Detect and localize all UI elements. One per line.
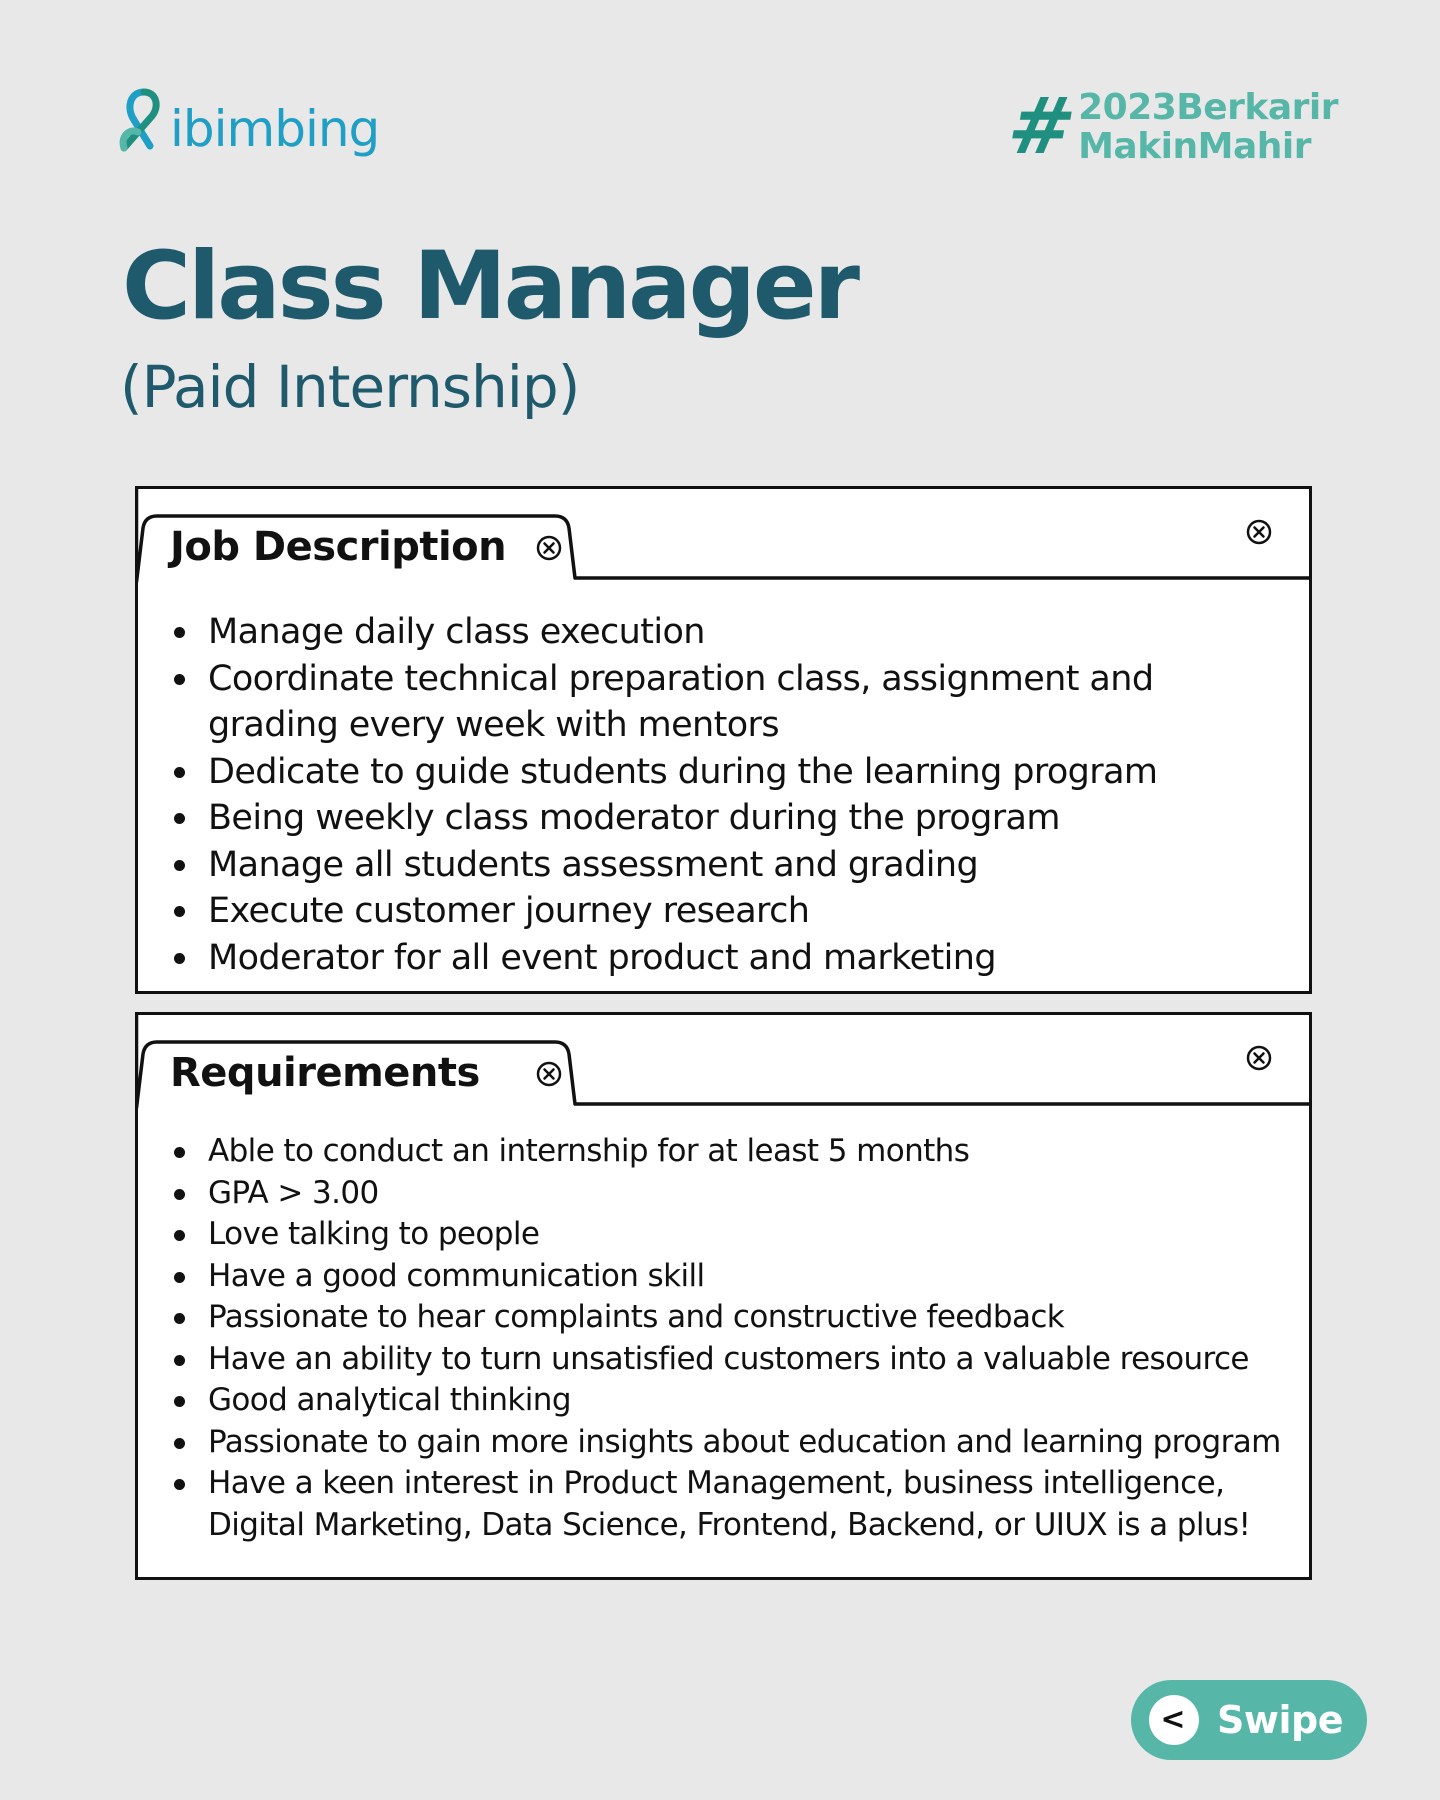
swipe-button[interactable]: < Swipe <box>1131 1680 1367 1760</box>
close-circle-icon[interactable] <box>1246 1045 1272 1071</box>
list-item: Good analytical thinking <box>168 1380 1293 1422</box>
hashtag-line-1: 2023Berkarir <box>1078 87 1338 128</box>
tab-job-description[interactable]: Job Description <box>170 527 507 567</box>
requirements-list: Able to conduct an internship for at lea… <box>168 1131 1293 1546</box>
list-item: Passionate to gain more insights about e… <box>168 1422 1293 1464</box>
hashtag-text: 2023Berkarir MakinMahir <box>1078 88 1338 166</box>
chevron-left-icon: < <box>1149 1695 1199 1745</box>
close-circle-icon[interactable] <box>536 1061 562 1087</box>
list-item: Have a good communication skill <box>168 1256 1293 1298</box>
brand-logo: ibimbing <box>116 84 380 158</box>
list-item: Being weekly class moderator during the … <box>168 795 1293 842</box>
requirements-panel: Requirements Able to conduct an internsh… <box>135 1012 1312 1580</box>
hashtag-line-2: MakinMahir <box>1078 126 1311 167</box>
campaign-hashtag: # 2023Berkarir MakinMahir <box>1001 82 1339 172</box>
list-item: Able to conduct an internship for at lea… <box>168 1131 1293 1173</box>
list-item: Moderator for all event product and mark… <box>168 935 1293 982</box>
swipe-arrow: < <box>1160 1702 1186 1737</box>
list-item: Execute customer journey research <box>168 888 1293 935</box>
list-item: Dedicate to guide students during the le… <box>168 749 1293 796</box>
page-subtitle: (Paid Internship) <box>120 353 580 421</box>
list-item: Manage daily class execution <box>168 609 1293 656</box>
list-item: Passionate to hear complaints and constr… <box>168 1297 1293 1339</box>
hash-icon: # <box>1000 82 1083 172</box>
job-description-list: Manage daily class execution Coordinate … <box>168 609 1293 981</box>
tab-requirements[interactable]: Requirements <box>170 1053 480 1093</box>
swipe-label: Swipe <box>1217 1698 1343 1742</box>
list-item: Manage all students assessment and gradi… <box>168 842 1293 889</box>
logo-mark-icon <box>119 88 160 152</box>
list-item: GPA > 3.00 <box>168 1173 1293 1215</box>
close-circle-icon[interactable] <box>536 535 562 561</box>
job-description-panel: Job Description Manage daily class execu… <box>135 486 1312 994</box>
logo-text: ibimbing <box>170 100 380 158</box>
list-item: Have an ability to turn unsatisfied cust… <box>168 1339 1293 1381</box>
close-circle-icon[interactable] <box>1246 519 1272 545</box>
list-item: Love talking to people <box>168 1214 1293 1256</box>
list-item: Have a keen interest in Product Manageme… <box>168 1463 1293 1546</box>
page-title: Class Manager <box>122 232 860 341</box>
list-item: Coordinate technical preparation class, … <box>168 656 1293 749</box>
